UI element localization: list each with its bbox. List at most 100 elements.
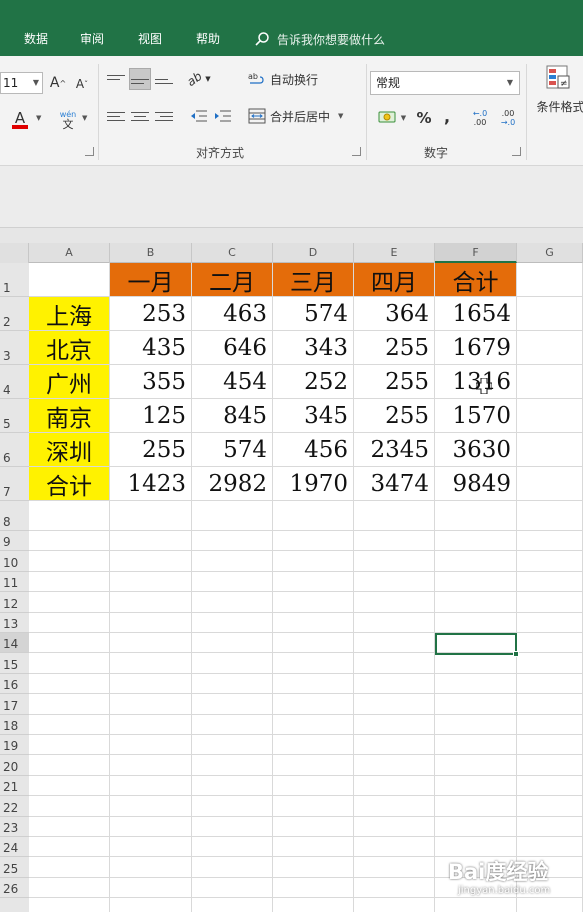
column-header-g[interactable]: G [517,243,583,263]
accounting-format-button[interactable]: ▼ [374,106,410,130]
row-header-23[interactable]: 23 [0,816,29,837]
grow-font-button[interactable]: A ^ [48,73,68,93]
value-cell-c3[interactable]: 646 [192,331,272,364]
row-header-16[interactable]: 16 [0,673,29,695]
row-header-24[interactable]: 24 [0,837,29,858]
align-bottom-button[interactable] [153,68,175,90]
tab-help[interactable]: 帮助 [196,30,220,48]
active-cell-selection[interactable] [435,633,519,657]
row-header-2[interactable]: 2 [0,297,29,331]
orientation-button[interactable]: ab ▼ [185,68,212,90]
value-cell-e2[interactable]: 364 [354,297,434,330]
percent-style-button[interactable]: % [414,106,434,130]
value-cell-e7[interactable]: 3474 [354,467,434,500]
value-cell-f6[interactable]: 3630 [435,433,516,466]
align-middle-button[interactable] [129,68,151,90]
row-header-17[interactable]: 17 [0,694,29,715]
value-cell-c5[interactable]: 845 [192,399,272,432]
header-cell-c1[interactable]: 二月 [192,263,272,296]
value-cell-e6[interactable]: 2345 [354,433,434,466]
value-cell-b3[interactable]: 435 [110,331,191,364]
value-cell-f2[interactable]: 1654 [435,297,516,330]
comma-style-button[interactable]: , [438,104,456,128]
row-header-9[interactable]: 9 [0,531,29,552]
header-cell-b1[interactable]: 一月 [110,263,191,296]
merge-center-button[interactable]: 合并后居中 ▼ [248,105,360,127]
value-cell-f4[interactable]: 1316 [435,365,516,398]
value-cell-d3[interactable]: 343 [273,331,353,364]
value-cell-d4[interactable]: 252 [273,365,353,398]
align-center-button[interactable] [129,105,151,127]
row-header-1[interactable]: 1 [0,263,29,297]
row-header-13[interactable]: 13 [0,612,29,633]
value-cell-d7[interactable]: 1970 [273,467,353,500]
value-cell-b2[interactable]: 253 [110,297,191,330]
align-top-button[interactable] [105,68,127,90]
value-cell-c7[interactable]: 2982 [192,467,272,500]
row-header-6[interactable]: 6 [0,433,29,467]
row-header-10[interactable]: 10 [0,551,29,572]
value-cell-e5[interactable]: 255 [354,399,434,432]
row-header-21[interactable]: 21 [0,775,29,797]
value-cell-c4[interactable]: 454 [192,365,272,398]
font-color-button[interactable]: A [6,108,34,132]
wrap-text-button[interactable]: ab 自动换行 [248,68,338,90]
column-header-d[interactable]: D [273,243,354,263]
number-format-dropdown[interactable]: 常规 ▼ [370,71,520,95]
row-header-26[interactable]: 26 [0,877,29,899]
tab-review[interactable]: 审阅 [80,30,104,48]
column-header-f[interactable]: F [435,243,517,263]
font-size-dropdown[interactable]: 11 ▼ [0,72,43,94]
value-cell-f5[interactable]: 1570 [435,399,516,432]
number-dialog-launcher-icon[interactable] [512,147,521,156]
value-cell-e4[interactable]: 255 [354,365,434,398]
header-cell-f1[interactable]: 合计 [435,263,516,296]
align-left-button[interactable] [105,105,127,127]
header-cell-d1[interactable]: 三月 [273,263,353,296]
font-dialog-launcher-icon[interactable] [85,147,94,156]
label-cell-a4[interactable]: 广州 [29,365,109,398]
value-cell-b6[interactable]: 255 [110,433,191,466]
row-header-8[interactable]: 8 [0,501,29,531]
value-cell-f7[interactable]: 9849 [435,467,516,500]
tell-me-search[interactable]: 告诉我你想要做什么 [254,29,385,49]
row-header-11[interactable]: 11 [0,571,29,593]
label-cell-a6[interactable]: 深圳 [29,433,109,466]
select-all-corner[interactable] [0,243,29,263]
value-cell-d6[interactable]: 456 [273,433,353,466]
label-cell-a3[interactable]: 北京 [29,331,109,364]
value-cell-b4[interactable]: 355 [110,365,191,398]
align-right-button[interactable] [153,105,175,127]
decrease-decimal-button[interactable]: .00 →.0 [496,105,520,131]
value-cell-c6[interactable]: 574 [192,433,272,466]
row-header-20[interactable]: 20 [0,755,29,776]
row-header-18[interactable]: 18 [0,714,29,735]
tab-data[interactable]: 数据 [24,30,48,48]
label-cell-a5[interactable]: 南京 [29,399,109,432]
value-cell-d5[interactable]: 345 [273,399,353,432]
row-header-3[interactable]: 3 [0,331,29,365]
increase-decimal-button[interactable]: ←.0 .00 [468,105,492,131]
chevron-down-icon[interactable]: ▼ [82,114,87,122]
shrink-font-button[interactable]: Aˇ [72,74,92,94]
row-header-12[interactable]: 12 [0,592,29,613]
increase-indent-button[interactable] [212,105,234,127]
decrease-indent-button[interactable] [188,105,210,127]
row-header-25[interactable]: 25 [0,857,29,878]
conditional-format-button[interactable]: ≠ 条件格式 [532,64,583,134]
column-header-e[interactable]: E [354,243,435,263]
value-cell-f3[interactable]: 1679 [435,331,516,364]
column-header-a[interactable]: A [29,243,110,263]
column-header-b[interactable]: B [110,243,192,263]
label-cell-a7[interactable]: 合计 [29,467,109,500]
fill-handle[interactable] [513,651,519,657]
value-cell-b5[interactable]: 125 [110,399,191,432]
row-header-19[interactable]: 19 [0,735,29,756]
phonetic-guide-button[interactable]: wén 文 [56,106,80,134]
tab-view[interactable]: 视图 [138,30,162,48]
value-cell-b7[interactable]: 1423 [110,467,191,500]
chevron-down-icon[interactable]: ▼ [36,114,41,122]
header-cell-e1[interactable]: 四月 [354,263,434,296]
row-header-14[interactable]: 14 [0,633,29,654]
value-cell-e3[interactable]: 255 [354,331,434,364]
